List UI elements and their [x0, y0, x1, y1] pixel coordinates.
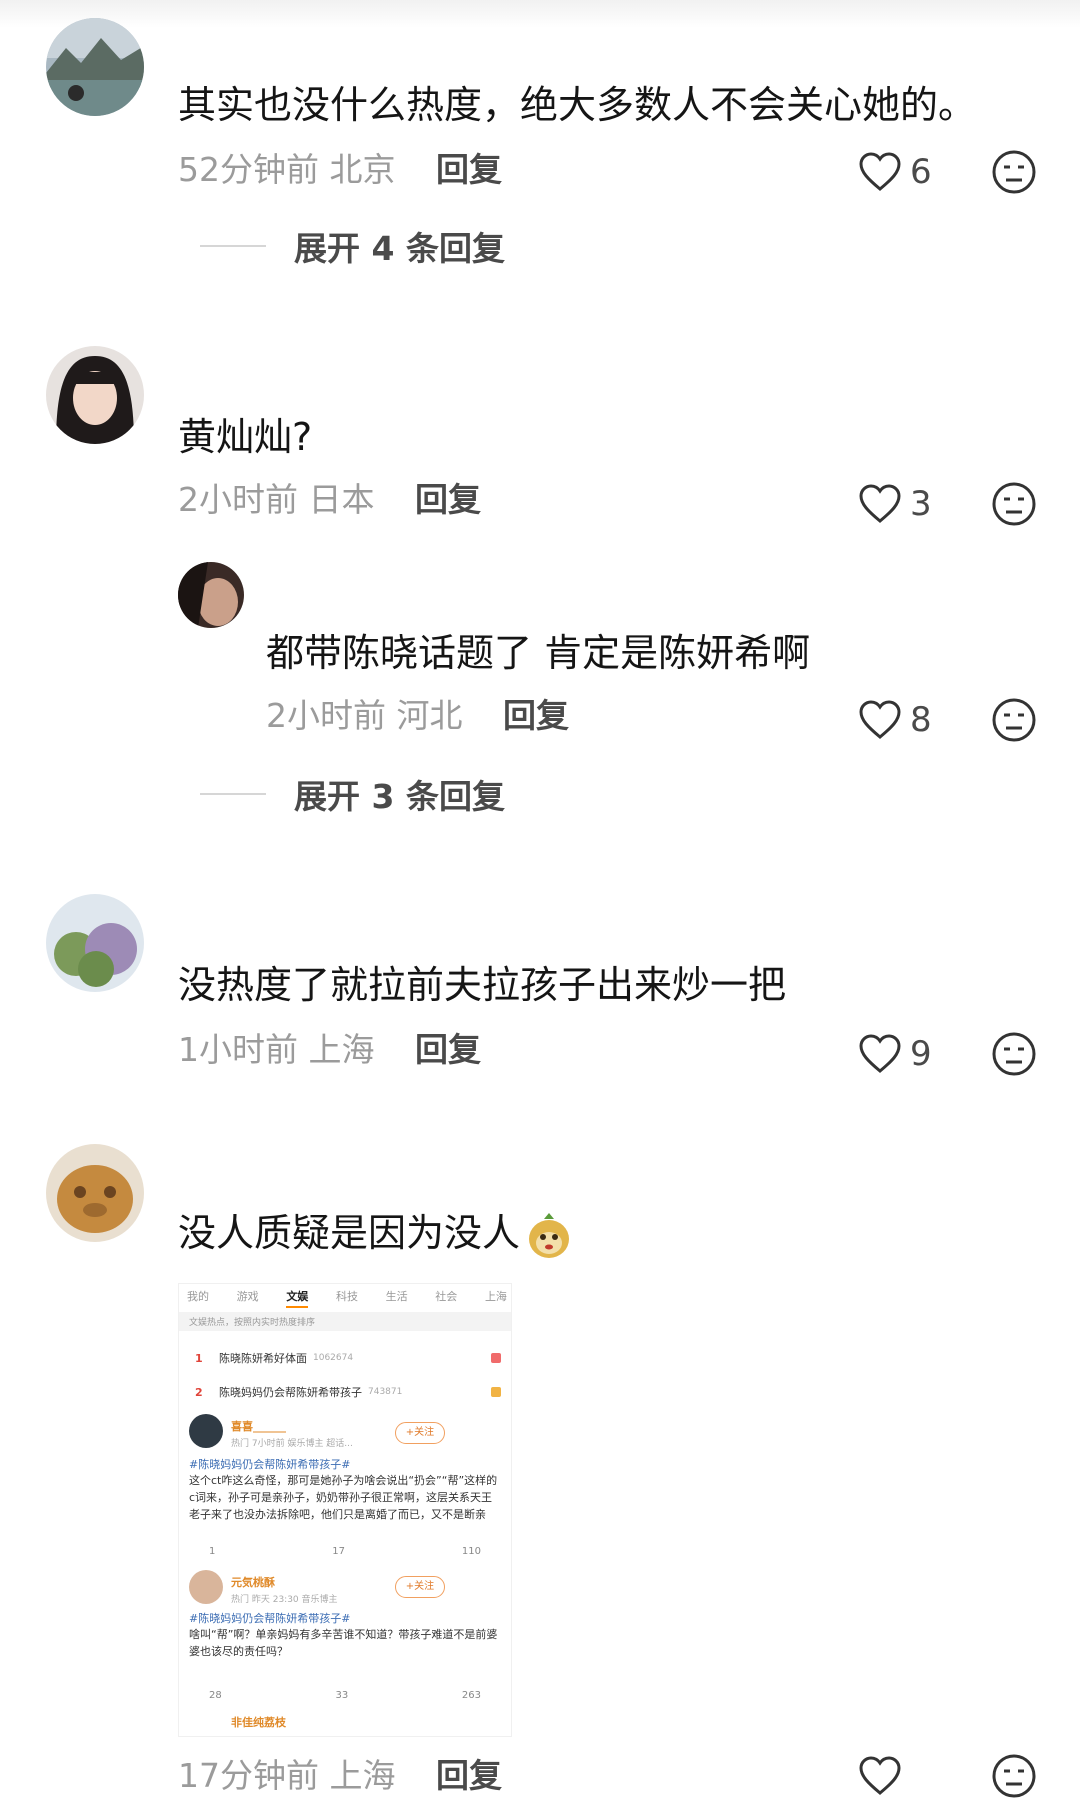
reply-text: 都带陈晓话题了 肯定是陈妍希啊: [266, 631, 811, 675]
comment-location: 北京: [329, 150, 396, 189]
post-author: 元気桃酥: [231, 1576, 275, 1589]
avatar[interactable]: [46, 18, 144, 116]
comment-text: 没热度了就拉前夫拉孩子出来炒一把: [178, 963, 787, 1007]
embedded-tab-active: 文娱: [286, 1288, 309, 1308]
avatar[interactable]: [46, 894, 144, 992]
heart-icon: [859, 152, 901, 191]
expand-replies-label: 展开 4 条回复: [294, 229, 505, 268]
like-count: 6: [910, 152, 932, 192]
hot-title: 陈晓陈妍希好体面: [219, 1352, 307, 1365]
post-stats: 1 17 110: [209, 1546, 481, 1557]
embedded-tab: 生活: [385, 1290, 408, 1303]
post-author: 非佳纯荔枝: [231, 1716, 286, 1729]
hot-tag-icon: [491, 1387, 501, 1397]
like-count: 9: [910, 1034, 932, 1074]
hot-tag-icon: [491, 1353, 501, 1363]
comment-meta: 52分钟前 北京 回复: [178, 150, 502, 190]
embedded-tabs: 我的 游戏 文娱 科技 生活 社会 上海: [187, 1288, 507, 1308]
reply-button[interactable]: 回复: [436, 1756, 502, 1795]
reply-avatar[interactable]: [178, 562, 244, 628]
like-count: 110: [461, 1546, 481, 1557]
like-count: 8: [910, 700, 932, 740]
comment-text: 黄灿灿?: [178, 415, 313, 459]
dislike-face-icon[interactable]: [990, 696, 1038, 744]
hot-rank: 2: [195, 1385, 203, 1399]
embedded-tab: 上海: [484, 1290, 507, 1303]
embedded-tab: 科技: [335, 1290, 358, 1303]
like-button[interactable]: 6: [858, 148, 932, 196]
comment-text-content: 没人质疑是因为没人: [178, 1211, 521, 1255]
comment-count: 17: [332, 1546, 345, 1557]
status-bar-fade: [0, 0, 1080, 28]
comment-meta: 1小时前 上海 回复: [178, 1030, 481, 1070]
heart-icon: [859, 484, 901, 523]
post-avatar: [189, 1414, 223, 1448]
embedded-tab: 我的: [187, 1290, 209, 1303]
hot-heat: 743871: [368, 1387, 403, 1397]
dislike-face-icon[interactable]: [990, 480, 1038, 528]
comment-time: 52分钟前: [178, 150, 319, 189]
reply-location: 河北: [396, 696, 463, 735]
post-topic: #陈晓妈妈仍会帮陈妍希带孩子#: [189, 1612, 351, 1625]
post-subline: 热门 昨天 23:30 音乐博主: [231, 1595, 338, 1605]
avatar[interactable]: [46, 346, 144, 444]
heart-icon: [859, 1034, 901, 1073]
like-button[interactable]: [858, 1752, 910, 1800]
post-avatar: [189, 1570, 223, 1604]
share-count: 1: [209, 1546, 216, 1557]
follow-button: +关注: [395, 1576, 445, 1598]
follow-button: +关注: [395, 1422, 445, 1444]
hot-rank: 1: [195, 1351, 203, 1365]
comment-location: 上海: [308, 1030, 375, 1069]
embedded-screenshot-image[interactable]: 我的 游戏 文娱 科技 生活 社会 上海 文娱热点，按照内实时热度排序 1 陈晓…: [178, 1283, 512, 1737]
share-count: 28: [209, 1690, 222, 1701]
heart-icon: [859, 700, 901, 739]
post-subline: 热门 7小时前 娱乐博主 超话...: [231, 1439, 353, 1449]
expand-replies-label: 展开 3 条回复: [294, 777, 505, 816]
post-body: 这个ct咋这么奇怪，那可是她孙子为啥会说出“扔会”“帮”这样的c词来，孙子可是亲…: [189, 1474, 498, 1521]
comment-time: 2小时前: [178, 480, 298, 519]
reply-button[interactable]: 回复: [503, 696, 569, 735]
dislike-face-icon[interactable]: [990, 148, 1038, 196]
comment-location: 上海: [329, 1756, 396, 1795]
reply-button[interactable]: 回复: [436, 150, 502, 189]
divider-line: [200, 245, 266, 247]
like-count: 3: [910, 484, 932, 524]
reply-button[interactable]: 回复: [415, 480, 481, 519]
post-author: 喜喜______: [231, 1420, 286, 1433]
post-body: 啥叫“帮”啊？单亲妈妈有多辛苦谁不知道？带孩子难道不是前婆婆也该尽的责任吗？: [189, 1628, 498, 1658]
comment-time: 17分钟前: [178, 1756, 319, 1795]
comment-text: 没人质疑是因为没人: [178, 1210, 574, 1261]
expand-replies[interactable]: 展开 4 条回复: [200, 222, 505, 270]
reply-meta: 2小时前 河北 回复: [266, 696, 569, 736]
dislike-face-icon[interactable]: [990, 1030, 1038, 1078]
comment-meta: 17分钟前 上海 回复: [178, 1756, 502, 1796]
comment-time: 1小时前: [178, 1030, 298, 1069]
hot-item: 1 陈晓陈妍希好体面 1062674: [195, 1350, 501, 1366]
monkey-face-emoji-icon: [529, 1212, 570, 1258]
post-topic: #陈晓妈妈仍会帮陈妍希带孩子#: [189, 1458, 351, 1471]
avatar[interactable]: [46, 1144, 144, 1242]
reply-button[interactable]: 回复: [415, 1030, 481, 1069]
divider-line: [200, 793, 266, 795]
hot-heat: 1062674: [313, 1353, 354, 1363]
embedded-tab: 社会: [435, 1290, 458, 1303]
post-stats: 28 33 263: [209, 1690, 481, 1701]
comment-location: 日本: [308, 480, 375, 519]
reply-time: 2小时前: [266, 696, 386, 735]
comment-count: 33: [335, 1690, 349, 1701]
embedded-tab: 游戏: [236, 1290, 259, 1303]
hot-item: 2 陈晓妈妈仍会帮陈妍希带孩子 743871: [195, 1384, 501, 1400]
like-count: 263: [461, 1690, 481, 1701]
like-button[interactable]: 8: [858, 696, 932, 744]
comment-text: 其实也没什么热度，绝大多数人不会关心她的。: [178, 83, 977, 127]
dislike-face-icon[interactable]: [990, 1752, 1038, 1800]
like-button[interactable]: 9: [858, 1030, 932, 1078]
like-button[interactable]: 3: [858, 480, 932, 528]
expand-replies[interactable]: 展开 3 条回复: [200, 770, 505, 818]
hot-title: 陈晓妈妈仍会帮陈妍希带孩子: [219, 1386, 362, 1399]
heart-icon: [859, 1756, 901, 1795]
embedded-hint: 文娱热点，按照内实时热度排序: [179, 1312, 511, 1331]
comment-meta: 2小时前 日本 回复: [178, 480, 481, 520]
